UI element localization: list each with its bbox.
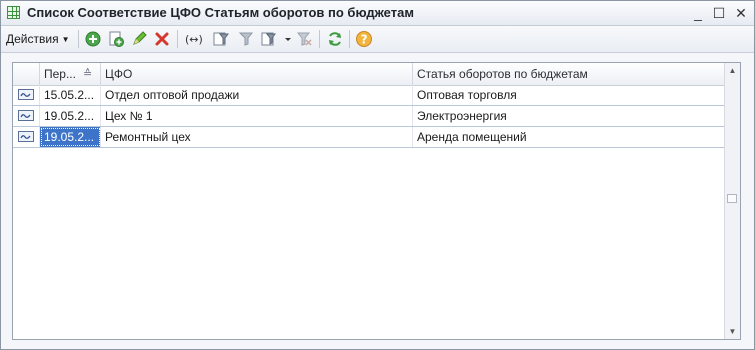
row-icon-cell <box>13 85 40 105</box>
svg-text:(↔): (↔) <box>185 33 202 46</box>
toolbar: Действия ▼ (↔) ? <box>1 26 754 53</box>
period-cell[interactable]: 19.05.2... <box>40 106 101 126</box>
table-icon <box>7 6 20 19</box>
svg-text:?: ? <box>361 33 368 47</box>
chevron-down-icon[interactable] <box>279 30 291 48</box>
article-cell[interactable]: Электроэнергия <box>413 106 725 126</box>
actions-label: Действия <box>6 32 59 46</box>
add-icon[interactable] <box>84 30 102 48</box>
minimize-button[interactable]: _ <box>689 4 707 22</box>
delete-icon[interactable] <box>153 30 171 48</box>
article-cell[interactable]: Аренда помещений <box>413 127 725 147</box>
toolbar-separator <box>349 30 350 48</box>
record-icon <box>18 131 34 142</box>
vertical-scrollbar[interactable]: ▲ ▼ <box>724 63 740 339</box>
period-cell[interactable]: 15.05.2... <box>40 85 101 105</box>
data-table[interactable]: Пер... ≙ ЦФО Статья оборотов по бюджетам… <box>12 62 741 340</box>
column-label: Статья оборотов по бюджетам <box>417 67 588 81</box>
edit-icon[interactable] <box>130 30 148 48</box>
row-icon-cell <box>13 127 40 147</box>
table-row[interactable]: 19.05.2... Цех № 1 Электроэнергия <box>13 106 725 127</box>
window-title: Список Соответствие ЦФО Статьям оборотов… <box>27 5 414 20</box>
list-window: Список Соответствие ЦФО Статьям оборотов… <box>0 0 755 350</box>
table-row[interactable]: 19.05.2... Ремонтный цех Аренда помещени… <box>13 127 725 148</box>
column-label: Пер... <box>44 67 76 81</box>
column-label: ЦФО <box>105 67 133 81</box>
scroll-up-icon[interactable]: ▲ <box>725 63 740 78</box>
maximize-button[interactable]: ☐ <box>710 4 728 22</box>
table-row[interactable]: 15.05.2... Отдел оптовой продажи Оптовая… <box>13 85 725 106</box>
actions-menu-button[interactable]: Действия ▼ <box>6 30 70 48</box>
column-header-period[interactable]: Пер... ≙ <box>40 63 101 85</box>
header-icon-column <box>13 63 40 85</box>
column-header-cfo[interactable]: ЦФО <box>101 63 413 85</box>
period-cell-selected[interactable]: 19.05.2... <box>40 127 101 147</box>
scroll-down-icon[interactable]: ▼ <box>725 324 740 339</box>
column-header-article[interactable]: Статья оборотов по бюджетам <box>413 63 725 85</box>
scroll-thumb[interactable] <box>727 194 737 203</box>
range-icon[interactable]: (↔) <box>184 30 202 48</box>
table-header: Пер... ≙ ЦФО Статья оборотов по бюджетам <box>13 63 725 86</box>
record-icon <box>18 110 34 121</box>
filter-list-icon[interactable] <box>260 30 278 48</box>
sort-indicator-icon: ≙ <box>83 68 93 80</box>
cfo-cell[interactable]: Цех № 1 <box>101 106 413 126</box>
title-bar: Список Соответствие ЦФО Статьям оборотов… <box>1 1 754 26</box>
copy-icon[interactable] <box>107 30 125 48</box>
refresh-icon[interactable] <box>326 30 344 48</box>
filter-icon[interactable] <box>212 30 230 48</box>
article-cell[interactable]: Оптовая торговля <box>413 85 725 105</box>
filter-off-icon[interactable] <box>237 30 255 48</box>
clear-filter-icon[interactable] <box>295 30 313 48</box>
cfo-cell[interactable]: Отдел оптовой продажи <box>101 85 413 105</box>
toolbar-separator <box>319 30 320 48</box>
row-icon-cell <box>13 106 40 126</box>
close-button[interactable]: ✕ <box>732 4 750 22</box>
toolbar-separator <box>177 30 178 48</box>
help-icon[interactable]: ? <box>355 30 373 48</box>
toolbar-separator <box>78 30 79 48</box>
cfo-cell[interactable]: Ремонтный цех <box>101 127 413 147</box>
record-icon <box>18 89 34 100</box>
chevron-down-icon: ▼ <box>61 34 70 44</box>
